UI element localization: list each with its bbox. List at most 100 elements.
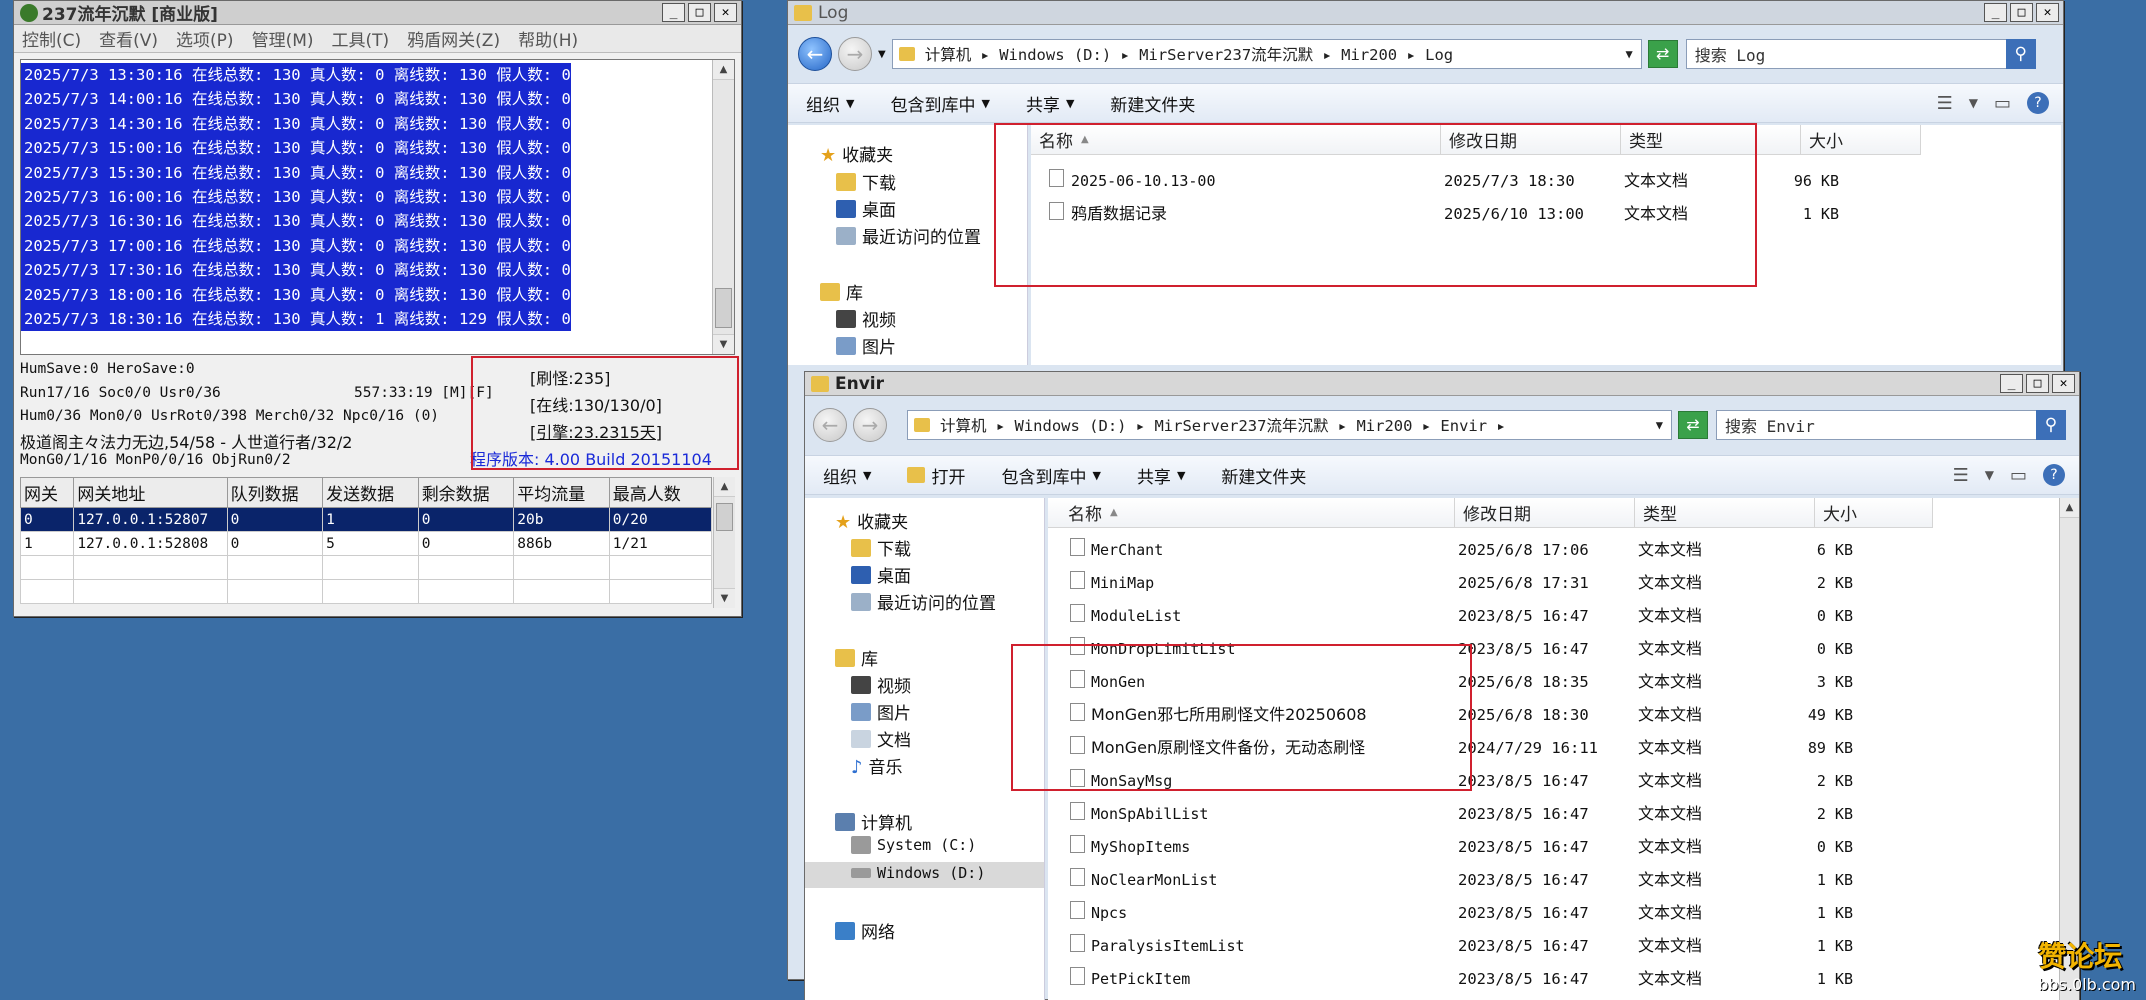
scroll-thumb[interactable] <box>716 503 733 531</box>
file-row[interactable]: MonGen 2025/6/8 18:35 文本文档 3 KB <box>1048 670 2079 694</box>
minimize-button[interactable]: _ <box>2000 374 2023 393</box>
gateway-col-header[interactable]: 平均流量 <box>513 477 610 508</box>
refresh-icon[interactable]: ⇄ <box>1678 411 1708 439</box>
forward-icon[interactable]: → <box>838 37 872 71</box>
tree-libraries[interactable]: 库 <box>835 645 878 670</box>
search-icon[interactable]: ⚲ <box>2036 410 2066 440</box>
file-row[interactable]: 鸦盾数据记录 2025/6/10 13:00 文本文档 1 KB <box>1031 202 2061 226</box>
col-size[interactable]: 大小 <box>1801 125 1921 155</box>
file-list-scrollbar[interactable]: ▲ <box>2059 498 2079 1000</box>
scroll-up-icon[interactable]: ▲ <box>2060 498 2079 518</box>
tree-pictures[interactable]: 图片 <box>851 699 911 724</box>
col-size[interactable]: 大小 <box>1815 498 1933 528</box>
scroll-up-icon[interactable]: ▲ <box>714 477 735 497</box>
close-button[interactable]: ✕ <box>714 3 737 22</box>
help-icon[interactable]: ? <box>2027 92 2049 114</box>
share-button[interactable]: 共享 ▼ <box>1008 91 1092 116</box>
tree-recent[interactable]: 最近访问的位置 <box>836 223 981 248</box>
tree-music[interactable]: ♪ 音乐 <box>851 753 903 779</box>
tree-desktop[interactable]: 桌面 <box>851 562 911 587</box>
file-row[interactable]: NoClearMonList 2023/8/5 16:47 文本文档 1 KB <box>1048 868 2079 892</box>
log-panel[interactable]: 2025/7/3 13:30:16 在线总数: 130 真人数: 0 离线数: … <box>20 59 735 355</box>
file-row[interactable]: ParalysisItemList 2023/8/5 16:47 文本文档 1 KB <box>1048 934 2079 958</box>
minimize-button[interactable]: _ <box>1984 3 2007 22</box>
view-dropdown-icon[interactable]: ▼ <box>1969 96 1978 110</box>
gateway-col-header[interactable]: 发送数据 <box>322 477 419 508</box>
file-row[interactable]: MiniMap 2025/6/8 17:31 文本文档 2 KB <box>1048 571 2079 595</box>
tree-drive-d[interactable]: Windows (D:) <box>851 864 985 882</box>
menu-gateway[interactable]: 鸦盾网关(Z) <box>399 26 510 51</box>
table-row[interactable]: 0 127.0.0.1:52807 0 1 0 20b 0/20 <box>19 507 713 532</box>
maximize-button[interactable]: □ <box>2010 3 2033 22</box>
forward-icon[interactable]: → <box>853 408 887 442</box>
history-dropdown-icon[interactable]: ▼ <box>878 49 886 60</box>
view-options-icon[interactable]: ☰ <box>1953 465 1969 486</box>
tree-videos[interactable]: 视频 <box>836 306 896 331</box>
gateway-col-header[interactable]: 最高人数 <box>608 477 713 508</box>
tree-favorites[interactable]: ★ 收藏夹 <box>820 141 893 167</box>
address-bar[interactable]: 计算机 ▸ Windows (D:) ▸ MirServer237流年沉默 ▸ … <box>907 410 1672 440</box>
close-button[interactable]: ✕ <box>2052 374 2075 393</box>
include-library-button[interactable]: 包含到库中 ▼ <box>872 91 1007 116</box>
scroll-up-icon[interactable]: ▲ <box>713 60 734 80</box>
tree-computer[interactable]: 计算机 <box>835 809 912 834</box>
tree-downloads[interactable]: 下载 <box>836 169 896 194</box>
gateway-col-header[interactable]: 网关 <box>19 477 75 508</box>
address-bar[interactable]: 计算机 ▸ Windows (D:) ▸ MirServer237流年沉默 ▸ … <box>891 39 1642 69</box>
file-row[interactable]: 2025-06-10.13-00 2025/7/3 18:30 文本文档 96 KB <box>1031 169 2061 193</box>
maximize-button[interactable]: □ <box>2026 374 2049 393</box>
view-dropdown-icon[interactable]: ▼ <box>1985 468 1994 482</box>
minimize-button[interactable]: _ <box>662 3 685 22</box>
address-dropdown-icon[interactable]: ▼ <box>1656 418 1663 432</box>
new-folder-button[interactable]: 新建文件夹 <box>1203 463 1324 488</box>
scroll-down-icon[interactable]: ▼ <box>714 588 735 608</box>
file-row[interactable]: MonSayMsg 2023/8/5 16:47 文本文档 2 KB <box>1048 769 2079 793</box>
menu-view[interactable]: 查看(V) <box>91 26 168 51</box>
back-icon[interactable]: ← <box>798 37 832 71</box>
table-row[interactable]: 1 127.0.0.1:52808 0 5 0 886b 1/21 <box>19 531 713 556</box>
file-row[interactable]: MonGen原刷怪文件备份，无动态刷怪 2024/7/29 16:11 文本文档 89… <box>1048 736 2079 760</box>
preview-pane-icon[interactable]: ▭ <box>2010 465 2027 486</box>
gateway-col-header[interactable]: 队列数据 <box>226 477 324 508</box>
gateway-table[interactable]: 网关 网关地址 队列数据 发送数据 剩余数据 平均流量 最高人数 0 127.0.0.1:52… <box>19 477 713 604</box>
organize-button[interactable]: 组织 ▼ <box>788 91 872 116</box>
file-row[interactable]: MerChant 2025/6/8 17:06 文本文档 6 KB <box>1048 538 2079 562</box>
file-row[interactable]: MyShopItems 2023/8/5 16:47 文本文档 0 KB <box>1048 835 2079 859</box>
tree-desktop[interactable]: 桌面 <box>836 196 896 221</box>
gateway-col-header[interactable]: 网关地址 <box>73 477 228 508</box>
menu-options[interactable]: 选项(P) <box>168 26 244 51</box>
tree-libraries[interactable]: 库 <box>820 279 863 304</box>
col-date[interactable]: 修改日期 <box>1441 125 1621 155</box>
close-button[interactable]: ✕ <box>2036 3 2059 22</box>
file-row[interactable]: MonSpAbilList 2023/8/5 16:47 文本文档 2 KB <box>1048 802 2079 826</box>
file-row[interactable]: MonGen邪七所用刷怪文件20250608 2025/6/8 18:30 文本文档… <box>1048 703 2079 727</box>
tree-favorites[interactable]: ★ 收藏夹 <box>835 508 908 534</box>
search-input[interactable]: 搜索 Log ⚲ <box>1685 39 2036 69</box>
scroll-down-icon[interactable]: ▼ <box>713 334 734 354</box>
search-icon[interactable]: ⚲ <box>2005 39 2036 69</box>
file-row[interactable]: PetPickItem 2023/8/5 16:47 文本文档 1 KB <box>1048 967 2079 991</box>
organize-button[interactable]: 组织 ▼ <box>805 463 889 488</box>
include-library-button[interactable]: 包含到库中 ▼ <box>983 463 1118 488</box>
log-scrollbar[interactable]: ▲ ▼ <box>712 60 734 354</box>
col-name[interactable]: 名称 ▲ <box>1048 498 1455 528</box>
menu-manage[interactable]: 管理(M) <box>244 26 324 51</box>
back-icon[interactable]: ← <box>813 408 847 442</box>
preview-pane-icon[interactable]: ▭ <box>1994 93 2011 114</box>
help-icon[interactable]: ? <box>2043 464 2065 486</box>
search-input[interactable]: 搜索 Envir ⚲ <box>1716 410 2066 440</box>
tree-drive-c[interactable]: System (C:) <box>851 836 976 854</box>
tree-network[interactable]: 网络 <box>835 918 895 943</box>
tree-recent[interactable]: 最近访问的位置 <box>851 589 996 614</box>
col-name[interactable]: 名称 ▲ <box>1031 125 1441 155</box>
share-button[interactable]: 共享 ▼ <box>1119 463 1203 488</box>
menu-tools[interactable]: 工具(T) <box>324 26 400 51</box>
col-type[interactable]: 类型 <box>1621 125 1801 155</box>
menu-help[interactable]: 帮助(H) <box>510 26 588 51</box>
file-row[interactable]: MonDropLimitList 2023/8/5 16:47 文本文档 0 KB <box>1048 637 2079 661</box>
file-row[interactable]: Npcs 2023/8/5 16:47 文本文档 1 KB <box>1048 901 2079 925</box>
refresh-icon[interactable]: ⇄ <box>1647 40 1678 68</box>
gateway-col-header[interactable]: 剩余数据 <box>417 477 515 508</box>
tree-documents[interactable]: 文档 <box>851 726 911 751</box>
tree-pictures[interactable]: 图片 <box>836 333 896 358</box>
